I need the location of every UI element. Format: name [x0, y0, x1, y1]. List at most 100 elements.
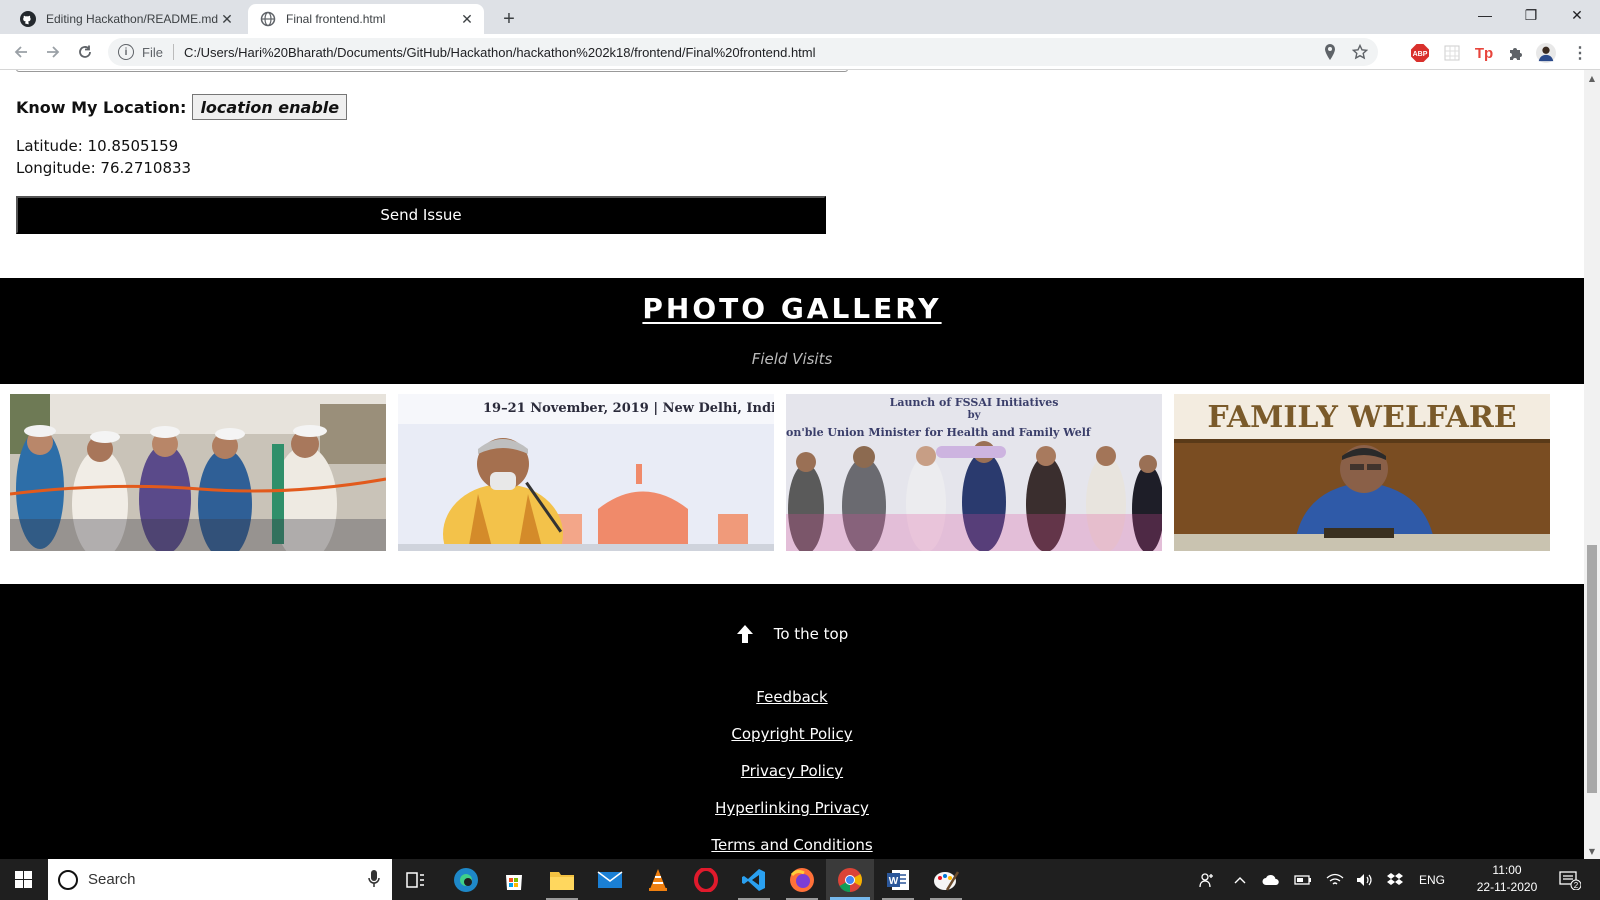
- globe-icon: [260, 11, 276, 27]
- footer-link-feedback[interactable]: Feedback: [0, 688, 1584, 706]
- windows-start-button[interactable]: [0, 859, 46, 900]
- extension-grid-icon[interactable]: [1442, 43, 1462, 63]
- github-icon: [20, 11, 36, 27]
- back-arrow-icon: [14, 46, 27, 58]
- adblock-icon[interactable]: ABP: [1410, 43, 1430, 63]
- back-button[interactable]: [8, 39, 34, 65]
- svg-text:W: W: [889, 876, 899, 887]
- menu-kebab-icon[interactable]: ⋮: [1570, 43, 1590, 63]
- people-icon[interactable]: [1194, 859, 1220, 900]
- bookmark-star-icon[interactable]: [1348, 40, 1372, 64]
- wifi-icon[interactable]: [1322, 859, 1348, 900]
- clock-time: 11:00: [1492, 863, 1522, 877]
- file-explorer-icon[interactable]: [538, 859, 586, 900]
- gallery-photo-family-welfare[interactable]: FAMILY WELFARE: [1174, 394, 1550, 551]
- to-the-top-label: To the top: [773, 625, 849, 643]
- task-view-icon[interactable]: [392, 859, 440, 900]
- close-window-button[interactable]: ✕: [1554, 0, 1600, 30]
- tab-readme[interactable]: Editing Hackathon/README.md a ✕: [8, 4, 244, 34]
- latitude-text: Latitude: 10.8505159: [16, 137, 179, 155]
- gallery-photo-ribbon-cutting[interactable]: [10, 394, 386, 551]
- url-text[interactable]: C:/Users/Hari%20Bharath/Documents/GitHub…: [184, 45, 1318, 60]
- longitude-text: Longitude: 76.2710833: [16, 159, 192, 177]
- mail-icon[interactable]: [586, 859, 634, 900]
- tp-extension-icon[interactable]: Tp: [1474, 43, 1494, 63]
- close-tab-icon[interactable]: ✕: [458, 10, 476, 28]
- system-clock[interactable]: 11:00 22-11-2020: [1474, 862, 1540, 896]
- arrow-up-icon: [736, 624, 754, 644]
- footer-link-hyperlinking[interactable]: Hyperlinking Privacy: [0, 799, 1584, 817]
- page-content: Know My Location: location enable Latitu…: [0, 70, 1584, 859]
- gallery-photo-fssai-launch[interactable]: Launch of FSSAI Initiatives by on'ble Un…: [786, 394, 1162, 551]
- footer-link-text[interactable]: Privacy Policy: [741, 762, 843, 780]
- tab-final-frontend[interactable]: Final frontend.html ✕: [248, 4, 484, 34]
- adblock-label: ABP: [1413, 51, 1428, 58]
- search-placeholder: Search: [88, 871, 136, 888]
- vscode-icon[interactable]: [730, 859, 778, 900]
- reload-button[interactable]: [72, 39, 98, 65]
- battery-icon[interactable]: [1290, 859, 1316, 900]
- page-scrollbar[interactable]: ▲ ▼: [1584, 70, 1600, 859]
- photo-caption: Launch of FSSAI Initiatives: [890, 396, 1059, 409]
- gallery-title: PHOTO GALLERY: [0, 292, 1584, 325]
- photo-gallery-header: PHOTO GALLERY Field Visits: [0, 278, 1584, 384]
- extensions-puzzle-icon[interactable]: [1506, 43, 1526, 63]
- footer-link-terms[interactable]: Terms and Conditions: [0, 836, 1584, 854]
- dropbox-icon[interactable]: [1382, 859, 1408, 900]
- photo-caption-3: on'ble Union Minister for Health and Fam…: [786, 426, 1092, 439]
- footer-link-privacy[interactable]: Privacy Policy: [0, 762, 1584, 780]
- chrome-icon[interactable]: [826, 859, 874, 900]
- footer-link-text[interactable]: Feedback: [756, 688, 827, 706]
- address-bar[interactable]: i File C:/Users/Hari%20Bharath/Documents…: [108, 38, 1378, 66]
- tab-title: Editing Hackathon/README.md a: [46, 12, 218, 26]
- to-the-top-link[interactable]: To the top: [0, 624, 1584, 644]
- language-indicator[interactable]: ENG: [1414, 859, 1450, 900]
- scrollbar-thumb[interactable]: [1587, 545, 1597, 793]
- location-row: Know My Location: location enable: [16, 94, 348, 120]
- reload-icon: [79, 45, 91, 58]
- windows-logo-icon: [14, 871, 32, 888]
- onedrive-cloud-icon[interactable]: [1258, 859, 1284, 900]
- gallery-photo-speaker[interactable]: 19–21 November, 2019 | New Delhi, India: [398, 394, 774, 551]
- word-icon[interactable]: W: [874, 859, 922, 900]
- location-pin-icon[interactable]: [1318, 40, 1342, 64]
- notification-count: 2: [1574, 881, 1579, 890]
- send-issue-button[interactable]: Send Issue: [16, 196, 826, 234]
- new-tab-button[interactable]: +: [496, 6, 522, 32]
- windows-taskbar: Search W ENG 11:00 22-11-2020 2: [0, 859, 1600, 900]
- issue-textarea-bottom[interactable]: [16, 70, 848, 72]
- tab-title: Final frontend.html: [286, 12, 386, 26]
- footer-link-text[interactable]: Hyperlinking Privacy: [715, 799, 869, 817]
- edge-browser-icon[interactable]: [442, 859, 490, 900]
- close-tab-icon[interactable]: ✕: [218, 10, 236, 28]
- gallery-subtitle: Field Visits: [751, 350, 833, 368]
- info-icon[interactable]: i: [118, 44, 134, 60]
- cortana-icon: [58, 869, 78, 890]
- store-icon[interactable]: [490, 859, 538, 900]
- clock-date: 22-11-2020: [1476, 880, 1538, 894]
- chevron-up-icon[interactable]: [1228, 859, 1252, 900]
- microphone-icon[interactable]: [368, 870, 380, 892]
- restore-button[interactable]: ❐: [1508, 0, 1554, 30]
- page-footer: To the top Feedback Copyright Policy Pri…: [0, 584, 1584, 859]
- opera-icon[interactable]: [682, 859, 730, 900]
- notifications-icon[interactable]: 2: [1552, 859, 1588, 900]
- footer-link-copyright[interactable]: Copyright Policy: [0, 725, 1584, 743]
- scheme-label: File: [142, 44, 163, 60]
- browser-toolbar: i File C:/Users/Hari%20Bharath/Documents…: [0, 34, 1600, 70]
- forward-button[interactable]: [40, 39, 66, 65]
- location-label: Know My Location:: [16, 97, 187, 117]
- footer-link-text[interactable]: Copyright Policy: [731, 725, 852, 743]
- taskbar-search-box[interactable]: Search: [48, 859, 392, 900]
- footer-link-text[interactable]: Terms and Conditions: [711, 836, 872, 854]
- vlc-icon[interactable]: [634, 859, 682, 900]
- browser-tab-strip: Editing Hackathon/README.md a ✕ Final fr…: [0, 0, 1600, 34]
- volume-icon[interactable]: [1352, 859, 1378, 900]
- minimize-button[interactable]: —: [1462, 0, 1508, 30]
- location-enable-button[interactable]: location enable: [192, 94, 348, 120]
- scroll-down-arrow-icon[interactable]: ▼: [1584, 843, 1600, 859]
- profile-avatar-icon[interactable]: [1536, 43, 1556, 63]
- paint-icon[interactable]: [922, 859, 970, 900]
- scroll-up-arrow-icon[interactable]: ▲: [1584, 70, 1600, 86]
- firefox-icon[interactable]: [778, 859, 826, 900]
